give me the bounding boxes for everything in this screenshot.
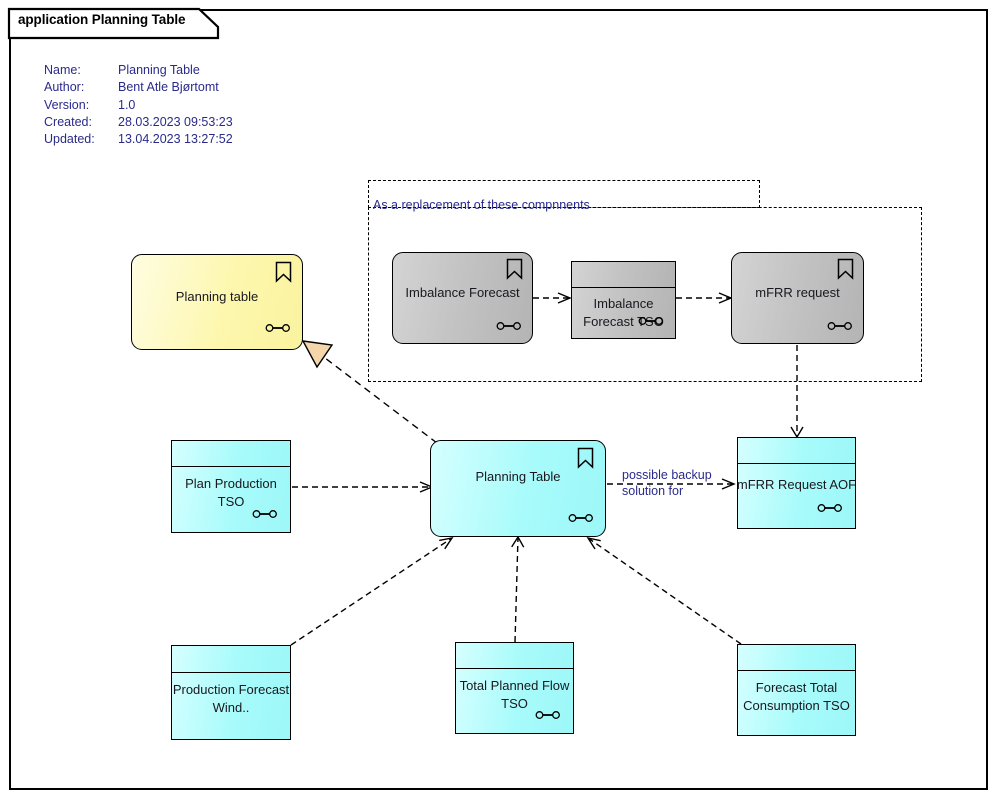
socket-icon	[496, 322, 521, 330]
group-boundary-label: As a replacement of these compnnents	[373, 198, 590, 212]
socket-icon	[638, 317, 663, 325]
metadata-value: Bent Atle Bjørtomt	[118, 80, 219, 95]
node-plan-production-tso[interactable]: Plan Production TSO	[171, 440, 291, 533]
node-label-line1: Plan Production	[185, 476, 277, 491]
bookmark-icon	[577, 447, 594, 469]
metadata-row: Name: Planning Table	[44, 62, 233, 79]
metadata-key: Updated:	[44, 132, 95, 147]
node-planning-table-yellow[interactable]: Planning table	[131, 254, 303, 350]
node-label: Planning Table	[475, 469, 561, 484]
node-mfrr-request[interactable]: mFRR request	[731, 252, 864, 344]
socket-icon	[535, 711, 560, 719]
node-imbalance-forecast-tso[interactable]: Imbalance Forecast TSO	[571, 261, 676, 339]
node-header-band	[172, 646, 290, 673]
diagram-canvas: application Planning Table Name: Planning…	[0, 0, 1003, 806]
socket-icon	[252, 510, 277, 518]
node-header-band	[572, 262, 675, 288]
socket-icon	[265, 324, 290, 332]
metadata-block: Name: Planning Table Author: Bent Atle Bjø…	[44, 62, 233, 148]
node-label-line1: Forecast Total	[755, 680, 838, 695]
node-production-forecast-wind[interactable]: Production Forecast Wind..	[171, 645, 291, 740]
node-imbalance-forecast[interactable]: Imbalance Forecast	[392, 252, 533, 344]
bookmark-icon	[837, 258, 854, 280]
metadata-value: 28.03.2023 09:53:23	[118, 114, 233, 129]
node-label: mFRR Request AOF	[736, 477, 857, 492]
node-header-band	[172, 441, 290, 467]
metadata-key: Version:	[44, 97, 90, 112]
node-label-line1: Production Forecast	[172, 682, 290, 697]
node-label-line1: Total Planned Flow	[459, 678, 570, 693]
window-title: application Planning Table	[18, 12, 186, 27]
node-total-planned-flow-tso[interactable]: Total Planned Flow TSO	[455, 642, 574, 734]
node-header-band	[456, 643, 573, 669]
bookmark-icon	[275, 261, 292, 283]
metadata-row: Author: Bent Atle Bjørtomt	[44, 79, 233, 96]
bookmark-icon	[506, 258, 523, 280]
metadata-key: Author:	[44, 80, 85, 95]
edge-label-line2: solution for	[622, 483, 684, 498]
node-label-line1: Imbalance	[593, 296, 654, 311]
node-header-band	[738, 645, 855, 671]
socket-icon	[817, 504, 842, 512]
metadata-value: 13.04.2023 13:27:52	[118, 132, 233, 147]
metadata-row: Created: 28.03.2023 09:53:23	[44, 114, 233, 131]
node-label-line2: Wind..	[212, 700, 250, 715]
node-mfrr-request-aof[interactable]: mFRR Request AOF	[737, 437, 856, 529]
socket-icon	[568, 514, 593, 522]
metadata-row: Version: 1.0	[44, 97, 233, 114]
node-label: Imbalance Forecast	[405, 285, 520, 300]
metadata-value: 1.0	[118, 97, 136, 112]
node-planning-table-main[interactable]: Planning Table	[430, 440, 606, 537]
metadata-key: Created:	[44, 114, 92, 129]
node-label: mFRR request	[755, 285, 840, 300]
node-label-line2: TSO	[217, 494, 245, 509]
node-label: Planning table	[175, 289, 259, 304]
metadata-row: Updated: 13.04.2023 13:27:52	[44, 131, 233, 148]
node-forecast-total-consumption-tso[interactable]: Forecast Total Consumption TSO	[737, 644, 856, 736]
metadata-key: Name:	[44, 63, 81, 77]
metadata-value: Planning Table	[118, 63, 200, 77]
node-header-band	[738, 438, 855, 464]
socket-icon	[827, 322, 852, 330]
node-label-line2: Consumption TSO	[743, 698, 850, 713]
